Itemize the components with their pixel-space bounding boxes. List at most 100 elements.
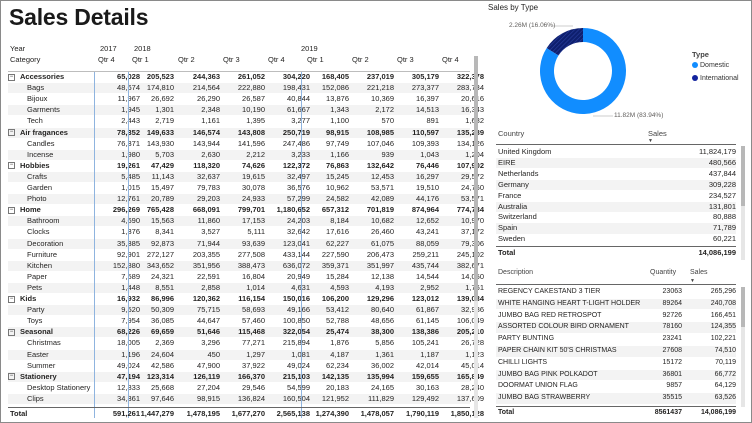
quarter-header[interactable]: Qtr 4: [442, 55, 459, 64]
collapse-icon[interactable]: −: [8, 162, 15, 170]
year-2019[interactable]: 2019: [301, 44, 318, 53]
quarter-header[interactable]: Qtr 2: [178, 55, 195, 64]
row-label: Photo: [27, 194, 47, 204]
matrix-cell: 57,460: [242, 316, 265, 326]
sales-matrix[interactable]: Year 2017 2018 2019 Category Qtr 4 Qtr 1 Q…: [8, 42, 484, 420]
matrix-cell: 129,492: [411, 393, 439, 403]
donut-slice-international[interactable]: [546, 28, 583, 56]
country-name: EIRE: [498, 157, 516, 167]
product-row[interactable]: JUMBO BAG RED RETROSPOT 92726 166,451: [496, 311, 736, 322]
row-label: Summer: [27, 361, 55, 371]
collapse-icon[interactable]: −: [8, 73, 15, 81]
description-column-header[interactable]: Description: [498, 269, 533, 276]
collapse-icon[interactable]: −: [8, 328, 15, 336]
country-sales-table[interactable]: Country Sales ▼ United Kingdom 11,824,179…: [496, 127, 740, 263]
product-row[interactable]: DOORMAT UNION FLAG 9857 64,129: [496, 381, 736, 392]
matrix-group-row: −Hobbies19,26147,429118,32074,626122,372…: [8, 161, 484, 171]
country-row[interactable]: Spain 71,789: [496, 223, 736, 234]
country-row[interactable]: Australia 131,801: [496, 201, 736, 212]
matrix-cell: 206,473: [366, 249, 394, 259]
row-label: Garden: [27, 183, 52, 193]
sales-by-type-donut[interactable]: [488, 14, 748, 124]
total-cell: 1,447,279: [140, 409, 174, 418]
country-row[interactable]: France 234,527: [496, 191, 736, 202]
matrix-cell: 20,183: [326, 382, 349, 392]
matrix-cell: 891: [426, 116, 439, 126]
product-quantity: 9857: [666, 382, 682, 390]
product-description: REGENCY CAKESTAND 3 TIER: [498, 288, 601, 295]
matrix-cell: 86,996: [151, 294, 174, 303]
matrix-cell: 24,582: [326, 194, 349, 204]
collapse-icon[interactable]: −: [8, 206, 15, 214]
matrix-cell: 24,604: [151, 349, 174, 359]
matrix-cell: 304,220: [282, 72, 310, 81]
matrix-cell: 1,166: [330, 149, 349, 159]
sales-column-header[interactable]: Sales: [648, 129, 667, 138]
collapse-icon[interactable]: −: [8, 373, 15, 381]
year-2018[interactable]: 2018: [134, 44, 151, 53]
matrix-cell: 32,637: [197, 171, 220, 181]
row-label: Incense: [27, 150, 53, 160]
product-row[interactable]: REGENCY CAKESTAND 3 TIER 23063 265,296: [496, 287, 736, 298]
quantity-column-header[interactable]: Quantity: [650, 269, 676, 276]
row-label-text: Clocks: [27, 227, 50, 237]
matrix-cell: 24,321: [151, 271, 174, 281]
product-sales-table[interactable]: Description Quantity Sales ▼ REGENCY CAK…: [496, 267, 740, 419]
country-row[interactable]: Netherlands 437,844: [496, 169, 736, 180]
country-row[interactable]: EIRE 480,566: [496, 157, 736, 169]
product-row[interactable]: JUMBO BAG PINK POLKADOT 36801 66,772: [496, 369, 736, 381]
matrix-cell: 109,393: [411, 138, 439, 148]
row-label: Kids: [20, 294, 36, 304]
row-label: Bags: [27, 83, 44, 93]
legend-dot-international: [692, 75, 698, 81]
quarter-header[interactable]: Qtr 1: [307, 55, 324, 64]
quarter-header[interactable]: Qtr 4: [268, 55, 285, 64]
country-row[interactable]: Sweden 60,221: [496, 234, 736, 245]
quarter-header[interactable]: Qtr 1: [132, 55, 149, 64]
product-sales: 102,221: [710, 335, 736, 343]
matrix-cell: 26,692: [151, 94, 174, 104]
matrix-cell: 3,277: [266, 116, 310, 126]
matrix-cell: 166,370: [237, 371, 265, 381]
legend-item-international[interactable]: International: [692, 75, 739, 82]
product-row[interactable]: PARTY BUNTING 23241 102,221: [496, 334, 736, 345]
country-scroll-thumb[interactable]: [741, 146, 745, 206]
product-description: JUMBO BAG PINK POLKADOT: [498, 370, 598, 378]
matrix-cell: 37,922: [242, 360, 265, 370]
product-row[interactable]: ASSORTED COLOUR BIRD ORNAMENT 78160 124,35…: [496, 322, 736, 333]
sort-descending-icon[interactable]: ▼: [648, 138, 653, 144]
collapse-icon[interactable]: −: [8, 295, 15, 303]
product-description: WHITE HANGING HEART T-LIGHT HOLDER: [498, 299, 641, 307]
country-row[interactable]: Switzerland 80,888: [496, 212, 736, 223]
matrix-cell: 53,412: [326, 305, 349, 315]
year-2017[interactable]: 2017: [100, 44, 117, 53]
column-divider: [128, 72, 129, 418]
quarter-header[interactable]: Qtr 3: [223, 55, 240, 64]
matrix-cell: 215,894: [282, 338, 310, 348]
total-cell: 1,274,390: [315, 409, 349, 418]
country-column-header[interactable]: Country: [498, 129, 524, 138]
product-row[interactable]: WHITE HANGING HEART T-LIGHT HOLDER 89264 2…: [496, 298, 736, 310]
product-row[interactable]: PAPER CHAIN KIT 50'S CHRISTMAS 27608 74,51…: [496, 346, 736, 357]
collapse-icon[interactable]: −: [8, 129, 15, 136]
product-description: JUMBO BAG RED RETROSPOT: [498, 311, 602, 319]
legend-item-domestic[interactable]: Domestic: [692, 62, 729, 69]
sort-descending-icon[interactable]: ▼: [690, 278, 695, 284]
matrix-row: Garden 1,015 15,497 79,783 30,078 36,576 10,96…: [8, 183, 484, 193]
quarter-header[interactable]: Qtr 3: [397, 55, 414, 64]
matrix-cell: 701,819: [366, 205, 394, 215]
matrix-cell: 765,428: [146, 205, 174, 215]
quarter-header[interactable]: Qtr 2: [352, 55, 369, 64]
matrix-cell: 222,880: [237, 83, 265, 93]
product-scroll-thumb[interactable]: [741, 287, 745, 327]
sales-column-header[interactable]: Sales: [690, 269, 708, 276]
matrix-cell: 15,563: [151, 216, 174, 226]
matrix-row: Clocks 1,376 8,341 3,527 5,111 32,642 17,616 26…: [8, 227, 484, 237]
country-row[interactable]: United Kingdom 11,824,179: [496, 147, 736, 158]
product-row[interactable]: JUMBO BAG STRAWBERRY 35515 63,526: [496, 393, 736, 404]
country-row[interactable]: Germany 309,228: [496, 179, 736, 191]
quarter-header[interactable]: Qtr 4: [98, 55, 115, 64]
product-row[interactable]: CHILLI LIGHTS 15172 70,119: [496, 358, 736, 369]
matrix-scroll-thumb[interactable]: [474, 56, 478, 301]
matrix-cell: 149,633: [146, 127, 174, 137]
